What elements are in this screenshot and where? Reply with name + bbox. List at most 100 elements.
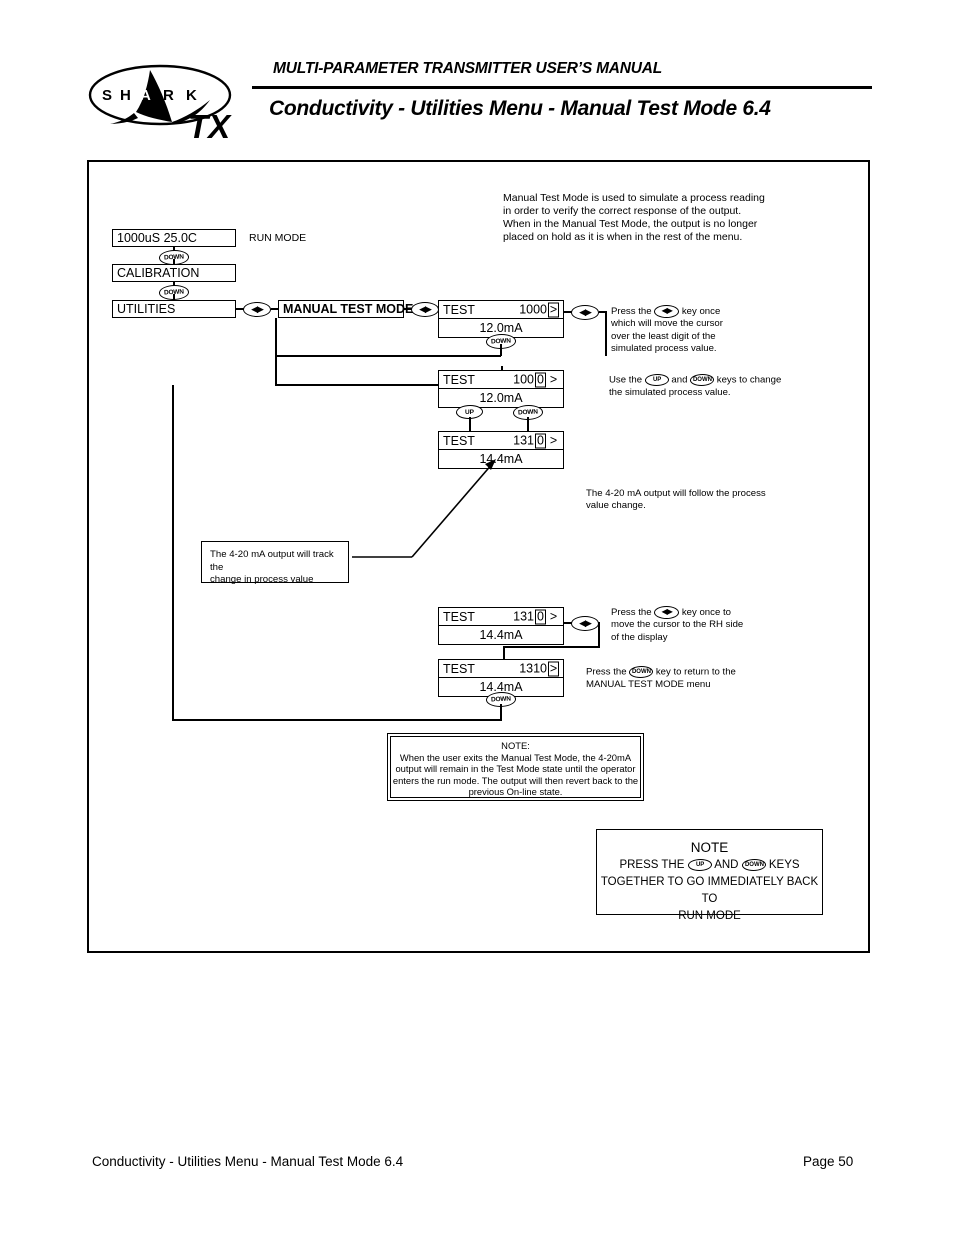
- note-box: NOTE: When the user exits the Manual Tes…: [387, 733, 644, 801]
- caption-text: PRESS THE: [619, 859, 685, 871]
- cursor-marker: >: [549, 609, 558, 624]
- caption-4-line-3: of the display: [611, 631, 668, 643]
- cursor-digit: 0: [535, 372, 546, 387]
- caption-4-line-1: Press the ◀▶ key once to: [611, 606, 801, 619]
- caption-1-line-4: simulated process value.: [611, 343, 717, 355]
- caption-text: AND: [714, 859, 739, 871]
- lcd-screen-4: TEST 131 0 > 14.4mA: [438, 607, 564, 645]
- note-line-1: When the user exits the Manual Test Mode…: [399, 751, 632, 763]
- svg-text:H: H: [120, 87, 131, 104]
- caption-text: Press the: [611, 607, 652, 619]
- cursor-digit: 0: [535, 433, 546, 448]
- cursor-marker: >: [549, 433, 558, 448]
- left-right-key-4[interactable]: ◀▶: [571, 616, 599, 631]
- note-line-4: previous On-line state.: [468, 786, 563, 798]
- caption-text: KEYS: [768, 859, 800, 871]
- caption-text: Press the: [611, 306, 652, 318]
- connector: [172, 719, 502, 722]
- svg-text:S: S: [102, 87, 112, 104]
- up-key-icon: UP: [686, 858, 713, 871]
- lcd-screen-1-line-1: TEST 1000 >: [438, 300, 564, 319]
- screen-value-group: 1310 >: [519, 661, 559, 676]
- caption-5-line-1: Press the DOWN key to return to the: [586, 666, 786, 679]
- intro-line-2: in order to verify the correct response …: [503, 205, 742, 217]
- screen-label: TEST: [443, 302, 475, 317]
- track-note-line-2: change in process value: [210, 574, 314, 586]
- left-right-key-1[interactable]: ◀▶: [243, 302, 271, 317]
- note-bottom-line-2: TOGETHER TO GO IMMEDIATELY BACK TO: [600, 876, 819, 905]
- left-right-key-icon: ◀▶: [654, 606, 680, 619]
- caption-2-line-1: Use the UP and DOWN keys to change: [609, 374, 799, 387]
- intro-paragraph: Manual Test Mode is used to simulate a p…: [503, 192, 793, 244]
- down-key-icon: DOWN: [628, 666, 654, 678]
- caption-1-line-3: over the least digit of the: [611, 330, 716, 342]
- down-key-icon: DOWN: [689, 374, 715, 386]
- left-right-key-glyph: ◀▶: [579, 618, 592, 628]
- caption-text: Press the: [586, 666, 627, 678]
- lcd-screen-4-line-2: 14.4mA: [438, 626, 564, 645]
- caption-2-line-2: the simulated process value.: [609, 386, 731, 398]
- shark-tx-logo: S H A R K TX: [88, 62, 278, 147]
- track-note-line-1: The 4-20 mA output will track the: [210, 549, 334, 573]
- lcd-screen-2-line-2: 12.0mA: [438, 389, 564, 408]
- caption-5: Press the DOWN key to return to the MANU…: [586, 666, 786, 691]
- cursor-marker: >: [548, 302, 559, 317]
- lcd-screen-2: TEST 100 0 > 12.0mA: [438, 370, 564, 408]
- lcd-calibration: CALIBRATION: [112, 264, 236, 282]
- cursor-marker: >: [549, 372, 558, 387]
- intro-line-1: Manual Test Mode is used to simulate a p…: [503, 192, 765, 204]
- left-right-key-glyph: ◀▶: [251, 304, 264, 314]
- screen-value: 131: [513, 433, 534, 448]
- note-bottom-box: NOTE PRESS THE UP AND DOWN KEYS TOGETHER…: [596, 829, 823, 922]
- track-arrow: [352, 459, 496, 558]
- caption-text: and: [671, 374, 688, 386]
- page-title: Conductivity - Utilities Menu - Manual T…: [269, 97, 771, 120]
- lcd-run-mode: 1000uS 25.0C: [112, 229, 236, 247]
- down-key-icon: DOWN: [741, 858, 767, 871]
- down-key-label: DOWN: [517, 408, 539, 417]
- down-key-label: DOWN: [490, 695, 512, 704]
- caption-text: key to return to the: [655, 666, 736, 678]
- connector: [275, 318, 277, 356]
- cursor-digit: 0: [535, 609, 546, 624]
- screen-value: 100: [513, 372, 534, 387]
- note-bottom-text: PRESS THE UP AND DOWN KEYS TOGETHER TO G…: [597, 857, 822, 925]
- svg-text:TX: TX: [188, 108, 232, 145]
- left-right-key-3[interactable]: ◀▶: [571, 305, 599, 320]
- intro-line-4: placed on hold as it is when in the rest…: [503, 231, 743, 243]
- left-right-key-2[interactable]: ◀▶: [411, 302, 439, 317]
- note-box-inner: NOTE: When the user exits the Manual Tes…: [390, 736, 641, 798]
- screen-value-group: 1000 >: [519, 302, 559, 317]
- note-bottom-title: NOTE: [690, 840, 729, 855]
- screen-value: 131: [513, 609, 534, 624]
- caption-3: The 4-20 mA output will follow the proce…: [586, 488, 786, 513]
- screen-value-group: 100 0 >: [513, 372, 559, 387]
- lcd-screen-2-line-1: TEST 100 0 >: [438, 370, 564, 389]
- svg-text:R: R: [163, 87, 174, 104]
- up-key-label: UP: [464, 408, 475, 416]
- screen-label: TEST: [443, 433, 475, 448]
- connector: [605, 311, 607, 356]
- manual-title: MULTI-PARAMETER TRANSMITTER USER’S MANUA…: [273, 60, 663, 77]
- left-right-key-icon: ◀▶: [654, 305, 680, 318]
- connector: [503, 646, 505, 660]
- lcd-screen-5-line-1: TEST 1310 >: [438, 659, 564, 678]
- footer-left: Conductivity - Utilities Menu - Manual T…: [92, 1154, 404, 1169]
- note-bottom-line-1: PRESS THE UP AND DOWN KEYS: [597, 857, 822, 874]
- intro-line-3: When in the Manual Test Mode, the output…: [503, 218, 758, 230]
- caption-text: key once: [681, 306, 721, 318]
- connector: [172, 385, 175, 721]
- lcd-screen-3-line-1: TEST 131 0 >: [438, 431, 564, 450]
- left-right-key-glyph: ◀▶: [579, 307, 592, 317]
- cursor-marker: >: [548, 661, 559, 676]
- svg-text:K: K: [186, 87, 197, 104]
- caption-1-line-2: which will move the cursor: [611, 318, 723, 330]
- screen-label: TEST: [443, 372, 475, 387]
- note-line-3: enters the run mode. The output will the…: [392, 774, 639, 786]
- caption-3-line-2: value change.: [586, 500, 646, 512]
- lcd-utilities: UTILITIES: [112, 300, 236, 318]
- up-key-icon: UP: [644, 374, 670, 386]
- connector: [503, 646, 600, 648]
- caption-1: Press the ◀▶ key once which will move th…: [611, 305, 791, 356]
- screen-label: TEST: [443, 661, 475, 676]
